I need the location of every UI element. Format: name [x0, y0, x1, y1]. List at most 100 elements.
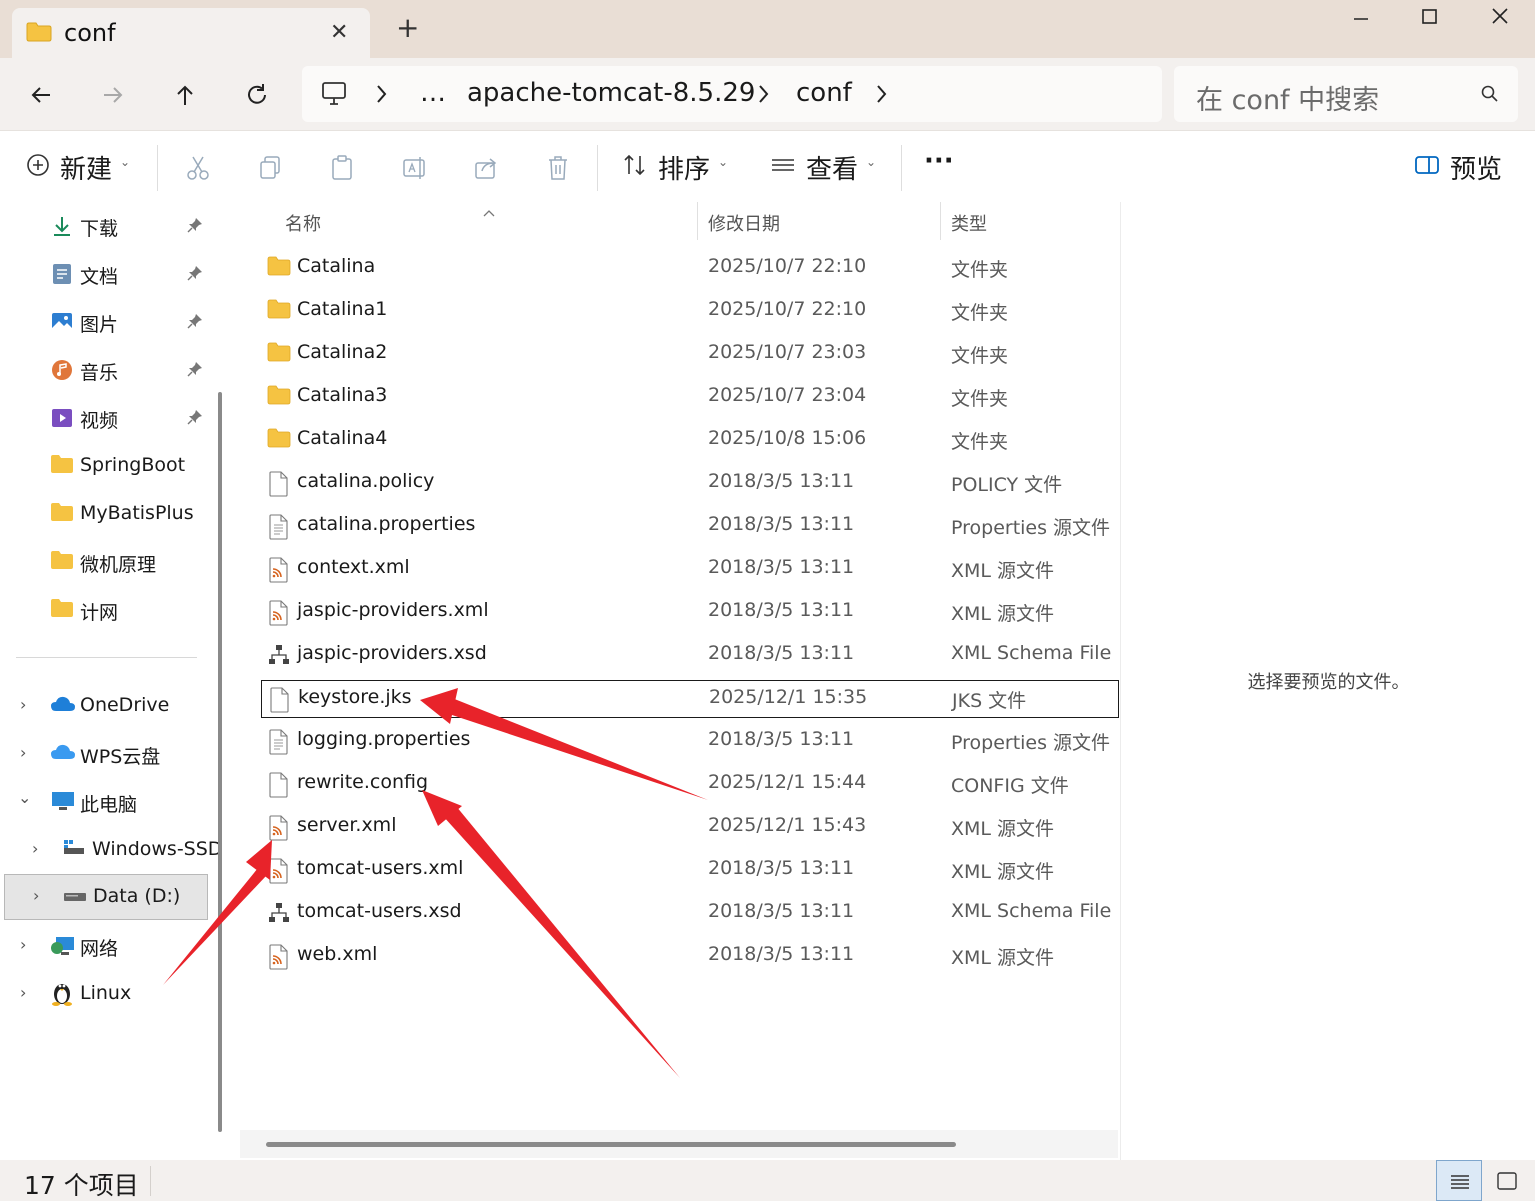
sidebar-item-documents[interactable]: 文档 [0, 252, 210, 296]
chevron-right-icon[interactable]: › [32, 839, 38, 858]
file-row[interactable]: tomcat-users.xml 2018/3/5 13:11 XML 源文件 [261, 852, 1119, 890]
file-row[interactable]: Catalina1 2025/10/7 22:10 文件夹 [261, 293, 1119, 331]
large-icons-view-button[interactable] [1484, 1160, 1530, 1201]
xml-file-icon [267, 815, 289, 845]
column-divider[interactable] [697, 202, 698, 240]
preview-pane-button[interactable]: 预览 [1414, 147, 1502, 187]
address-bar[interactable]: … apache-tomcat-8.5.29 conf [302, 66, 1162, 122]
chevron-right-icon[interactable]: › [33, 886, 39, 905]
copy-icon[interactable] [258, 155, 282, 185]
sidebar-item-label: SpringBoot [80, 454, 186, 476]
chevron-down-icon[interactable]: ⌄ [18, 788, 31, 807]
breadcrumb-apache-tomcat[interactable]: apache-tomcat-8.5.29 [467, 78, 755, 108]
column-header-date[interactable]: 修改日期 [708, 210, 780, 236]
column-header-name[interactable]: 名称 [285, 210, 321, 236]
refresh-button[interactable] [242, 80, 272, 110]
sidebar-item-data-d[interactable]: › Data (D:) [4, 874, 208, 920]
paste-icon[interactable] [330, 155, 354, 185]
view-button[interactable]: 查看 ⌄ [770, 147, 876, 187]
sidebar-item-windows-ssd[interactable]: › Windows-SSD [0, 828, 222, 872]
column-header-type[interactable]: 类型 [951, 210, 987, 236]
search-input[interactable]: 在 conf 中搜索 [1196, 78, 1379, 117]
close-window-button[interactable] [1465, 6, 1535, 36]
file-row[interactable]: web.xml 2018/3/5 13:11 XML 源文件 [261, 938, 1119, 976]
sidebar-item-wps-cloud[interactable]: › WPS云盘 [0, 732, 210, 776]
file-row[interactable]: Catalina4 2025/10/8 15:06 文件夹 [261, 422, 1119, 460]
folder-icon [267, 428, 291, 452]
column-divider[interactable] [940, 202, 941, 240]
tab-close-icon[interactable]: ✕ [330, 20, 348, 45]
sidebar-item-label: 下载 [80, 218, 119, 240]
new-button[interactable]: 新建 ⌄ [26, 147, 130, 187]
details-view-button[interactable] [1436, 1160, 1482, 1201]
back-button[interactable] [26, 80, 56, 110]
folder-icon [267, 299, 291, 323]
search-icon[interactable] [1480, 84, 1500, 108]
up-button[interactable] [170, 80, 200, 110]
file-row[interactable]: jaspic-providers.xml 2018/3/5 13:11 XML 源文… [261, 594, 1119, 632]
share-icon[interactable] [474, 155, 500, 185]
sidebar-item-videos[interactable]: 视频 [0, 396, 210, 440]
file-row[interactable]: keystore.jks 2025/12/1 15:35 JKS 文件 [261, 680, 1119, 718]
xml-file-icon [267, 944, 289, 974]
sidebar-item-pictures[interactable]: 图片 [0, 300, 210, 344]
delete-icon[interactable] [546, 155, 570, 185]
sidebar-item-networking[interactable]: 计网 [0, 588, 210, 632]
chevron-right-icon[interactable]: › [20, 695, 26, 714]
chevron-right-icon[interactable] [756, 82, 772, 110]
tab-conf[interactable]: conf ✕ [12, 8, 370, 58]
file-type: XML Schema File [951, 900, 1112, 922]
sidebar-item-microcomputer[interactable]: 微机原理 [0, 540, 210, 584]
file-icon [267, 772, 289, 802]
file-row[interactable]: context.xml 2018/3/5 13:11 XML 源文件 [261, 551, 1119, 589]
scrollbar-thumb[interactable] [266, 1142, 956, 1147]
horizontal-scrollbar[interactable] [240, 1130, 1118, 1158]
cut-icon[interactable] [186, 155, 210, 185]
sidebar-item-springboot[interactable]: SpringBoot [0, 444, 210, 488]
file-row[interactable]: rewrite.config 2025/12/1 15:44 CONFIG 文件 [261, 766, 1119, 804]
sidebar-item-downloads[interactable]: 下载 [0, 204, 210, 248]
file-name: catalina.properties [297, 513, 476, 535]
sidebar-item-linux[interactable]: › Linux [0, 972, 210, 1016]
file-row[interactable]: Catalina3 2025/10/7 23:04 文件夹 [261, 379, 1119, 417]
sidebar-item-network[interactable]: › 网络 [0, 924, 210, 968]
more-options-button[interactable]: ··· [924, 141, 954, 181]
sidebar-scrollbar[interactable] [218, 392, 222, 1132]
pin-icon[interactable] [187, 409, 203, 429]
chevron-right-icon[interactable]: › [20, 743, 26, 762]
chevron-right-icon[interactable] [374, 82, 390, 110]
sidebar-item-music[interactable]: 音乐 [0, 348, 210, 392]
new-tab-button[interactable]: + [396, 14, 419, 42]
breadcrumb-overflow[interactable]: … [420, 78, 446, 108]
pin-icon[interactable] [187, 265, 203, 285]
sidebar-item-onedrive[interactable]: › OneDrive [0, 684, 210, 728]
forward-button[interactable] [98, 80, 128, 110]
divider [157, 145, 158, 191]
this-pc-icon[interactable] [320, 80, 348, 112]
file-row[interactable]: logging.properties 2018/3/5 13:11 Properti… [261, 723, 1119, 761]
sidebar-item-this-pc[interactable]: ⌄ 此电脑 [0, 780, 210, 824]
breadcrumb-conf[interactable]: conf [796, 78, 852, 108]
sidebar-item-mybatisplus[interactable]: MyBatisPlus [0, 492, 210, 536]
sort-button[interactable]: 排序 ⌄ [622, 147, 728, 187]
file-row[interactable]: catalina.policy 2018/3/5 13:11 POLICY 文件 [261, 465, 1119, 503]
chevron-right-icon[interactable] [874, 82, 890, 110]
minimize-button[interactable] [1326, 6, 1396, 36]
file-row[interactable]: Catalina 2025/10/7 22:10 文件夹 [261, 250, 1119, 288]
file-row[interactable]: jaspic-providers.xsd 2018/3/5 13:11 XML Sc… [261, 637, 1119, 675]
chevron-right-icon[interactable]: › [20, 983, 26, 1002]
file-row[interactable]: Catalina2 2025/10/7 23:03 文件夹 [261, 336, 1119, 374]
title-bar: conf ✕ + [0, 0, 1535, 58]
file-row[interactable]: tomcat-users.xsd 2018/3/5 13:11 XML Schema… [261, 895, 1119, 933]
pin-icon[interactable] [187, 217, 203, 237]
search-box[interactable]: 在 conf 中搜索 [1174, 66, 1518, 122]
pin-icon[interactable] [187, 313, 203, 333]
maximize-button[interactable] [1394, 6, 1464, 36]
chevron-right-icon[interactable]: › [20, 935, 26, 954]
drive-c-icon [62, 838, 86, 862]
file-row[interactable]: catalina.properties 2018/3/5 13:11 Propert… [261, 508, 1119, 546]
rename-icon[interactable] [402, 155, 428, 185]
cloud-icon [50, 742, 76, 766]
pin-icon[interactable] [187, 361, 203, 381]
file-row[interactable]: server.xml 2025/12/1 15:43 XML 源文件 [261, 809, 1119, 847]
